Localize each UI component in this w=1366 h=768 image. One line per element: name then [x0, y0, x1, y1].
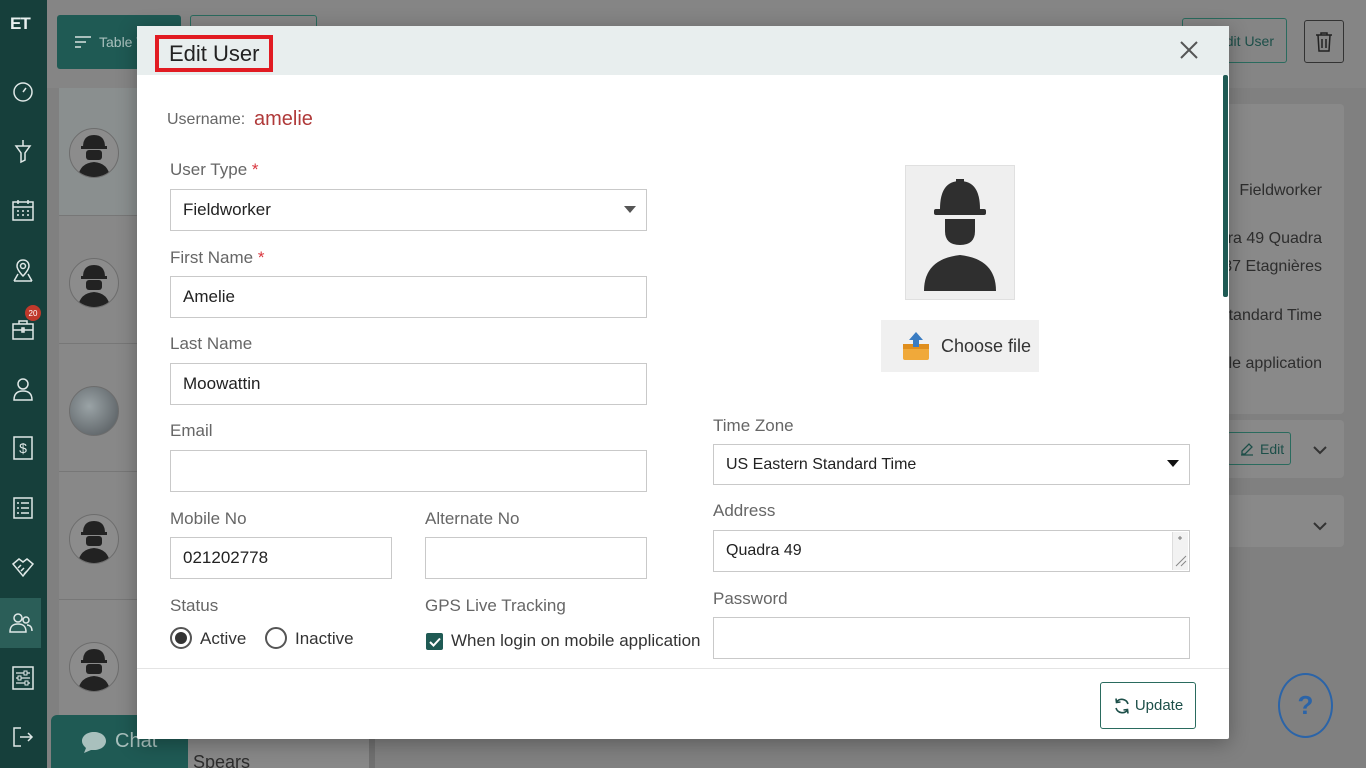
mobile-label: Mobile No [170, 509, 247, 528]
gps-label: GPS Live Tracking [425, 596, 566, 615]
status-active-label[interactable]: Active [200, 629, 246, 649]
user-detail-panel: dit User Fieldworker dra 49 Quadra 037 E… [1182, 0, 1366, 768]
delete-icon[interactable] [1304, 20, 1344, 63]
status-active-radio[interactable] [170, 627, 192, 649]
user-type-value: Fieldworker [183, 200, 271, 219]
notification-badge: 20 [25, 305, 41, 321]
upload-box-icon [903, 332, 929, 360]
pencil-icon [1241, 442, 1253, 456]
update-button[interactable]: Update [1100, 682, 1196, 729]
team-icon[interactable] [0, 598, 41, 648]
caret-down-icon [1167, 460, 1179, 467]
list-item-name: Spears [193, 752, 251, 768]
chat-bubble-icon [82, 731, 106, 753]
user-type-label: User Type * [170, 160, 259, 179]
detail-timezone: Standard Time [1217, 307, 1322, 324]
detail-user-type: Fieldworker [1239, 182, 1322, 199]
user-type-select[interactable]: Fieldworker [170, 189, 647, 231]
last-name-input[interactable] [170, 363, 647, 405]
user-detail-card: Fieldworker dra 49 Quadra 037 Etagnières… [1214, 104, 1344, 414]
modal-title: Edit User [155, 35, 274, 72]
modal-scrollbar[interactable] [1223, 75, 1228, 297]
status-label: Status [170, 596, 219, 615]
mobile-input[interactable] [170, 537, 392, 579]
avatar [69, 642, 119, 692]
first-name-label: First Name * [170, 248, 265, 267]
chevron-down-icon[interactable] [1313, 442, 1327, 458]
timezone-select[interactable]: US Eastern Standard Time [713, 444, 1190, 485]
map-pin-icon[interactable] [8, 255, 38, 285]
choose-file-label: Choose file [941, 335, 1032, 356]
user-icon[interactable] [8, 374, 38, 404]
dashboard-icon[interactable] [8, 77, 38, 107]
logout-icon[interactable] [8, 722, 38, 752]
detail-tracking: bile application [1216, 355, 1322, 372]
avatar [69, 514, 119, 564]
funnel-icon[interactable] [8, 136, 38, 166]
profile-photo [905, 165, 1015, 300]
caret-down-icon [624, 206, 636, 213]
billing-icon[interactable]: $ [8, 433, 38, 463]
first-name-input[interactable] [170, 276, 647, 318]
avatar [69, 128, 119, 178]
app-logo: ET [10, 14, 31, 33]
status-inactive-radio[interactable] [265, 627, 287, 649]
settings-sliders-icon[interactable] [8, 663, 38, 693]
resize-handle-icon[interactable] [1172, 532, 1188, 570]
username-value: amelie [254, 108, 313, 130]
left-nav-rail: ET 20 $ [0, 0, 47, 768]
alternate-input[interactable] [425, 537, 647, 579]
email-label: Email [170, 421, 213, 440]
choose-file-button[interactable]: Choose file [881, 320, 1039, 372]
username-label: Username: [167, 111, 246, 128]
edit-button[interactable]: Edit [1227, 432, 1291, 465]
update-label: Update [1134, 697, 1184, 714]
chevron-down-icon[interactable] [1313, 518, 1327, 534]
last-name-label: Last Name [170, 334, 253, 353]
password-input[interactable] [713, 617, 1190, 659]
avatar [69, 386, 119, 436]
gps-checkbox-label[interactable]: When login on mobile application [451, 631, 701, 651]
edit-user-modal: Edit User Username: amelie User Type * F… [137, 26, 1229, 739]
alternate-label: Alternate No [425, 509, 520, 528]
gps-checkbox[interactable] [426, 633, 443, 650]
refresh-icon [1115, 697, 1129, 714]
timezone-label: Time Zone [713, 416, 794, 435]
sort-lines-icon [75, 36, 91, 48]
modal-header: Edit User [137, 26, 1229, 75]
help-button[interactable]: ? [1278, 673, 1333, 738]
list-icon[interactable] [8, 493, 38, 523]
address-textarea[interactable]: Quadra 49 [713, 530, 1190, 572]
edit-label: Edit [1260, 440, 1285, 457]
email-input[interactable] [170, 450, 647, 492]
svg-text:$: $ [19, 440, 27, 456]
avatar [69, 258, 119, 308]
password-label: Password [713, 589, 788, 608]
handshake-icon[interactable] [8, 552, 38, 582]
address-label: Address [713, 501, 776, 520]
address-value: Quadra 49 [726, 542, 802, 559]
close-icon[interactable] [1177, 38, 1201, 62]
check-icon [428, 637, 441, 647]
timezone-value: US Eastern Standard Time [726, 455, 917, 473]
status-inactive-label[interactable]: Inactive [295, 629, 354, 649]
detail-address-line1: dra 49 Quadra [1218, 230, 1322, 247]
worker-avatar-icon [924, 178, 996, 291]
detail-address-line2: 037 Etagnières [1214, 258, 1322, 275]
modal-footer: Update [137, 668, 1229, 739]
calendar-icon[interactable] [8, 195, 38, 225]
